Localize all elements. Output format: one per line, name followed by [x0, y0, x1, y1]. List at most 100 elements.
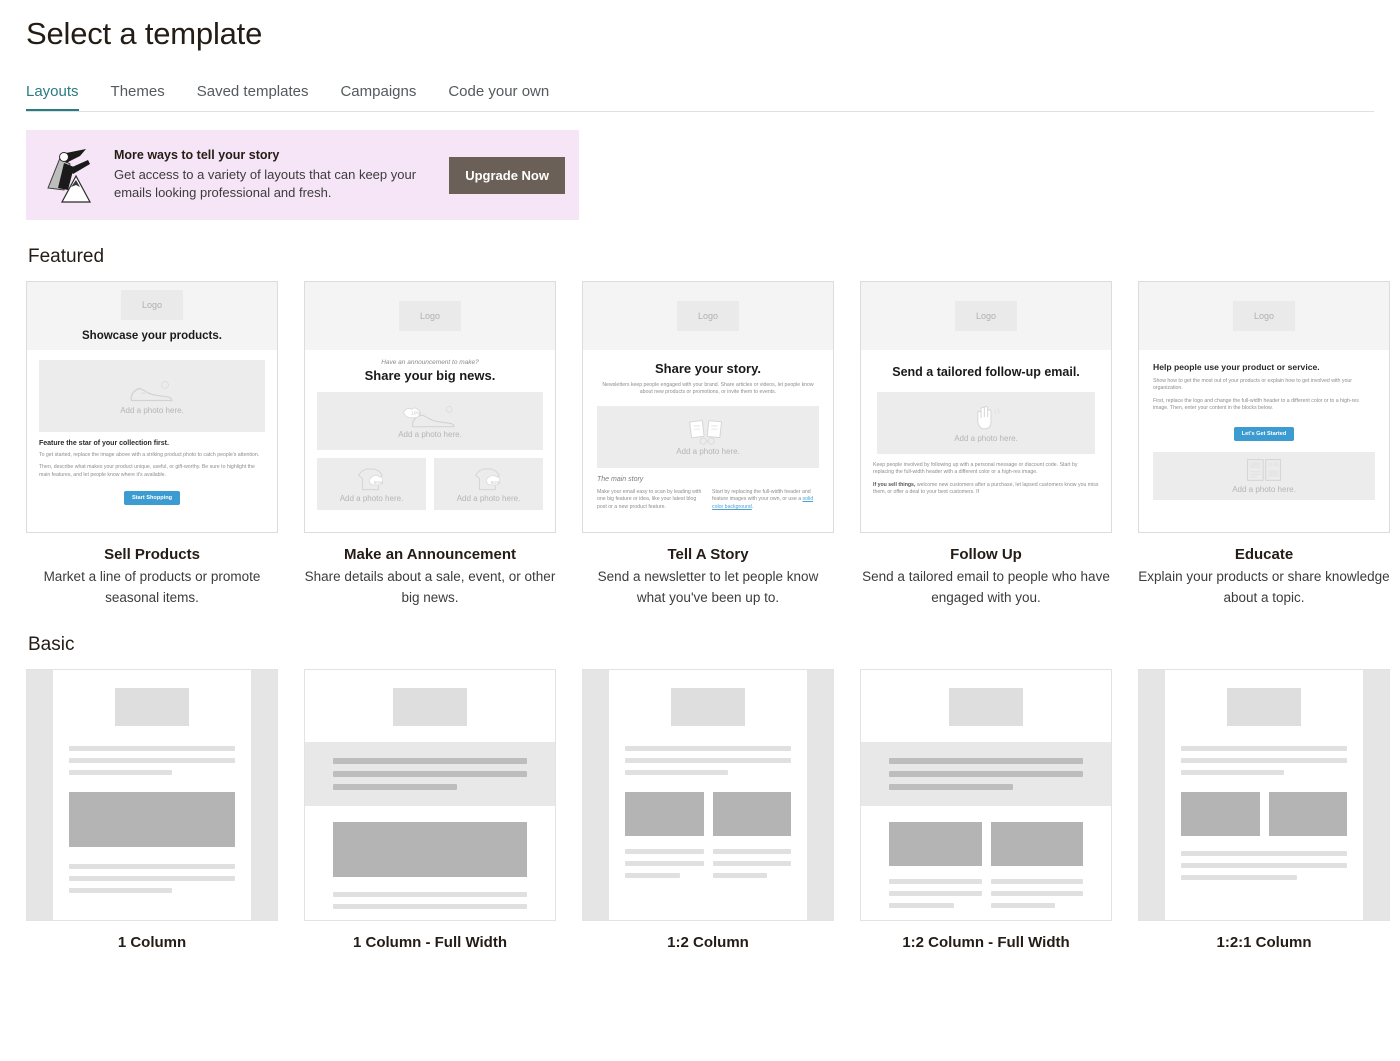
photo-placeholder: Add a photo here. [39, 360, 265, 432]
tab-layouts[interactable]: Layouts [26, 83, 79, 111]
template-description: Send a tailored email to people who have… [862, 569, 1110, 605]
preview-column-2: Start by replacing the full-width header… [712, 489, 819, 511]
template-card-1-column[interactable]: 1 Column [26, 669, 278, 951]
template-name: Sell Products [104, 546, 200, 563]
logo-placeholder: Logo [677, 301, 739, 331]
wire-logo-block [949, 688, 1023, 726]
template-name: Make an Announcement [344, 546, 516, 563]
preview-paragraph-2: Then, describe what makes your product u… [39, 464, 255, 478]
template-card-educate[interactable]: Logo Help people use your product or ser… [1138, 281, 1390, 608]
tab-campaigns[interactable]: Campaigns [340, 83, 416, 111]
template-thumbnail[interactable]: Logo Showcase your products. Add a photo… [26, 281, 278, 533]
wire-text-line [625, 758, 791, 763]
photo-label: Add a photo here. [120, 405, 184, 415]
preview-kicker: Have an announcement to make? [381, 359, 479, 366]
tab-themes[interactable]: Themes [111, 83, 165, 111]
template-description: Explain your products or share knowledge… [1138, 569, 1390, 605]
template-name: Tell A Story [667, 546, 749, 563]
template-card-1-2-column-full-width[interactable]: 1:2 Column - Full Width [860, 669, 1112, 951]
wire-text-line [1181, 770, 1284, 775]
photo-label: Add a photo here. [339, 494, 404, 503]
wire-image-block [69, 792, 235, 847]
template-thumbnail[interactable] [304, 669, 556, 921]
template-thumbnail[interactable]: Logo Have an announcement to make? Share… [304, 281, 556, 533]
tab-saved-templates[interactable]: Saved templates [197, 83, 309, 111]
wire-text-line [1181, 875, 1298, 880]
wire-text-line [1181, 746, 1347, 751]
template-card-1-2-1-column[interactable]: 1:2:1 Column [1138, 669, 1390, 951]
wire-text-line [712, 873, 768, 878]
preview-paragraph-1: Show how to get the most out of your pro… [1153, 378, 1352, 392]
preview-heading: Share your big news. [364, 368, 496, 383]
svg-text:50%: 50% [490, 480, 500, 486]
basic-section-title: Basic [28, 634, 75, 655]
template-picker-page: Select a template Layouts Themes Saved t… [0, 8, 1400, 951]
preview-intro: Newsletters keep people engaged with you… [602, 382, 814, 396]
template-card-1-2-column[interactable]: 1:2 Column [582, 669, 834, 951]
wire-logo-block [1227, 688, 1301, 726]
wire-image-block [990, 822, 1083, 866]
template-thumbnail[interactable] [860, 669, 1112, 921]
template-name: 1:2:1 Column [1216, 934, 1312, 951]
wire-logo-block [671, 688, 745, 726]
preview-paragraph-1: Keep people involved by following up wit… [873, 462, 1078, 476]
wire-text-line [712, 861, 791, 866]
template-thumbnail[interactable]: Logo Share your story. Newsletters keep … [582, 281, 834, 533]
featured-section-title: Featured [28, 246, 105, 267]
wire-logo-block [115, 688, 189, 726]
preview-heading: Send a tailored follow-up email. [892, 365, 1080, 379]
wire-text-line [333, 758, 527, 764]
wire-text-line [990, 879, 1083, 884]
template-thumbnail[interactable]: Logo Send a tailored follow-up email. Ad… [860, 281, 1112, 533]
template-name: 1:2 Column [667, 934, 749, 951]
template-card-sell-products[interactable]: Logo Showcase your products. Add a photo… [26, 281, 278, 608]
wire-text-line [333, 904, 527, 909]
photo-label: Add a photo here. [398, 429, 462, 439]
wire-text-line [990, 891, 1083, 896]
superhero-mountain-icon [40, 144, 102, 206]
photo-placeholder: Add a photo here. [1153, 451, 1375, 500]
tab-code-your-own[interactable]: Code your own [448, 83, 549, 111]
photo-placeholder: 10% Add a photo here. [317, 392, 543, 450]
svg-text:10%: 10% [411, 410, 422, 416]
template-thumbnail[interactable] [26, 669, 278, 921]
shirt-discount-icon: 50% [474, 468, 500, 491]
wire-image-block [889, 822, 982, 866]
wire-text-line [625, 770, 728, 775]
photo-label: Add a photo here. [676, 446, 740, 456]
wire-text-line [990, 903, 1056, 908]
shoe-discount-icon: 10% [403, 405, 455, 427]
wire-image-block [625, 792, 704, 836]
wire-band [861, 742, 1111, 806]
wire-logo-block [393, 688, 467, 726]
template-thumbnail[interactable] [582, 669, 834, 921]
wire-image-block [1181, 792, 1260, 836]
template-name: 1 Column - Full Width [352, 934, 507, 951]
shirt-discount-icon: 50% [357, 468, 383, 491]
template-card-tell-a-story[interactable]: Logo Share your story. Newsletters keep … [582, 281, 834, 608]
promo-description: Get access to a variety of layouts that … [114, 166, 417, 201]
wire-text-line [625, 849, 704, 854]
upgrade-now-button[interactable]: Upgrade Now [449, 156, 565, 194]
template-card-1-column-full-width[interactable]: 1 Column - Full Width [304, 669, 556, 951]
wire-text-line [69, 888, 172, 893]
page-title: Select a template [26, 16, 263, 51]
books-glasses-icon [689, 419, 722, 445]
template-thumbnail[interactable] [1138, 669, 1390, 921]
wire-band [305, 742, 555, 806]
template-card-follow-up[interactable]: Logo Send a tailored follow-up email. Ad… [860, 281, 1112, 608]
promo-title: More ways to tell your story [114, 147, 280, 162]
preview-heading: Help people use your product or service. [1153, 362, 1320, 372]
promo-text: More ways to tell your story Get access … [114, 148, 437, 203]
wire-text-line [333, 892, 527, 897]
col2-text-b: . [751, 503, 754, 510]
wire-text-line [625, 746, 791, 751]
wire-image-block [333, 822, 527, 877]
template-card-make-an-announcement[interactable]: Logo Have an announcement to make? Share… [304, 281, 556, 608]
col2-text-a: Start by replacing the full-width header… [712, 488, 811, 503]
wire-text-line [69, 770, 172, 775]
preview-cta-button: Let's Get Started [1233, 426, 1295, 441]
template-thumbnail[interactable]: Logo Help people use your product or ser… [1138, 281, 1390, 533]
wire-text-line [712, 849, 791, 854]
template-name: 1:2 Column - Full Width [902, 934, 1070, 951]
